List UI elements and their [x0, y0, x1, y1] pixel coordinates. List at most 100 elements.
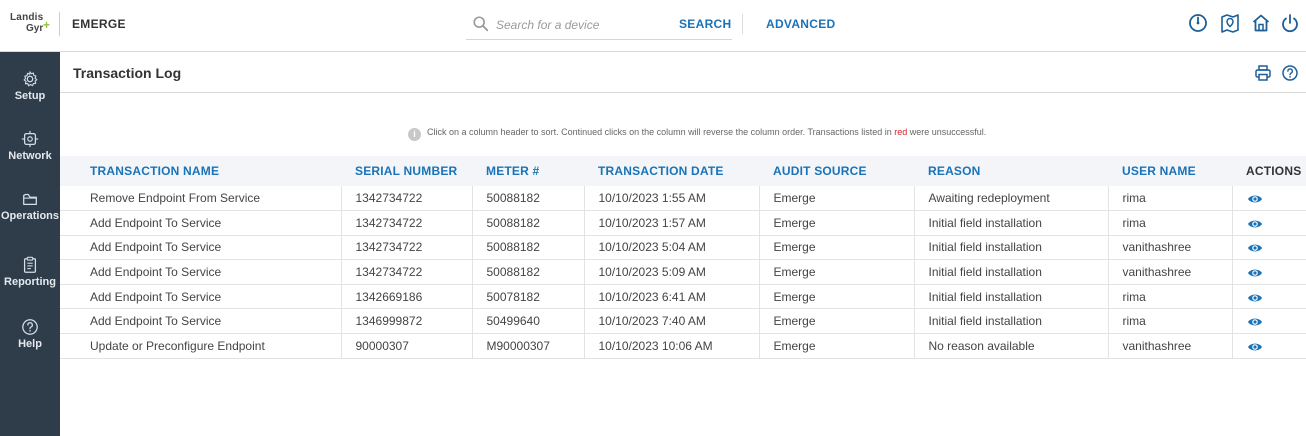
cell-serial-number: 1342734722: [340, 210, 472, 236]
view-eye-icon[interactable]: [1247, 316, 1263, 328]
cell-transaction-date: 10/10/2023 7:40 AM: [583, 308, 759, 334]
search-icon: [473, 16, 489, 32]
help-icon: [22, 319, 38, 335]
cell-transaction-date: 10/10/2023 1:55 AM: [583, 186, 759, 211]
view-eye-icon[interactable]: [1247, 341, 1263, 353]
cell-transaction-name: Add Endpoint To Service: [90, 215, 222, 230]
cell-transaction-date: 10/10/2023 1:57 AM: [583, 210, 759, 236]
cell-user-name: rima: [1107, 284, 1232, 309]
search-button[interactable]: SEARCH: [679, 17, 731, 31]
column-header-audit-source[interactable]: AUDIT SOURCE: [759, 156, 914, 186]
cell-transaction-name: Add Endpoint To Service: [90, 265, 222, 280]
info-text: Click on a column header to sort. Contin…: [427, 127, 895, 137]
cell-user-name: rima: [1107, 308, 1232, 334]
cell-audit-source: Emerge: [758, 186, 914, 211]
cell-transaction-name: Add Endpoint To Service: [90, 289, 222, 304]
dashboard-gauge-icon[interactable]: [1187, 12, 1209, 34]
cell-meter-number: 50078182: [471, 284, 584, 309]
cell-audit-source: Emerge: [758, 235, 914, 260]
cell-serial-number: 1346999872: [340, 308, 472, 334]
search-input[interactable]: [496, 15, 666, 35]
main-content: Transaction Log i Click on a column heade…: [60, 52, 1306, 436]
cell-user-name: vanithashree: [1107, 259, 1232, 285]
logo-line2: Gyr: [26, 23, 44, 34]
column-header-transaction-name[interactable]: TRANSACTION NAME: [60, 156, 341, 186]
sidebar-item-reporting[interactable]: Reporting: [0, 244, 60, 300]
view-eye-icon[interactable]: [1247, 292, 1263, 304]
cell-transaction-name: Add Endpoint To Service: [90, 240, 222, 255]
table-row: Add Endpoint To Service 1342734722 5008818…: [60, 259, 1306, 285]
cell-transaction-date: 10/10/2023 5:09 AM: [583, 259, 759, 285]
cell-serial-number: 1342734722: [340, 259, 472, 285]
gear-icon: [23, 71, 38, 87]
cell-transaction-date: 10/10/2023 5:04 AM: [583, 235, 759, 260]
view-eye-icon[interactable]: [1247, 218, 1263, 230]
sidebar-item-label: Operations: [0, 210, 60, 222]
cell-actions: [1231, 259, 1306, 285]
header-divider: [59, 12, 60, 36]
cell-reason: No reason available: [913, 333, 1108, 359]
network-icon: [21, 130, 39, 148]
cell-actions: [1231, 235, 1306, 260]
view-eye-icon[interactable]: [1247, 242, 1263, 254]
search-separator: [742, 14, 743, 34]
table-row: Add Endpoint To Service 1342734722 5008818…: [60, 210, 1306, 236]
cell-serial-number: 1342734722: [340, 235, 472, 260]
cell-meter-number: 50088182: [471, 186, 584, 211]
info-red-word: red: [894, 127, 908, 137]
cell-actions: [1231, 284, 1306, 309]
column-header-meter[interactable]: METER #: [472, 156, 584, 186]
cell-transaction-date: 10/10/2023 10:06 AM: [583, 333, 759, 359]
cell-audit-source: Emerge: [758, 284, 914, 309]
info-icon: i: [408, 128, 421, 141]
cell-meter-number: 50088182: [471, 210, 584, 236]
cell-transaction-name: Add Endpoint To Service: [90, 314, 222, 329]
table-row: Add Endpoint To Service 1346999872 5049964…: [60, 308, 1306, 334]
column-header-actions: ACTIONS: [1246, 164, 1302, 178]
power-icon[interactable]: [1279, 12, 1301, 34]
sidebar-item-network[interactable]: Network: [0, 118, 60, 174]
help-circle-icon[interactable]: [1281, 64, 1299, 82]
print-icon[interactable]: [1254, 64, 1272, 82]
cell-user-name: rima: [1107, 210, 1232, 236]
cell-actions: [1231, 333, 1306, 359]
cell-reason: Initial field installation: [913, 284, 1108, 309]
cell-meter-number: M90000307: [471, 333, 584, 359]
table-row: Add Endpoint To Service 1342669186 5007818…: [60, 284, 1306, 309]
home-icon[interactable]: [1250, 12, 1272, 34]
column-header-serial-number[interactable]: SERIAL NUMBER: [341, 156, 472, 186]
sidebar-item-label: Network: [8, 150, 52, 162]
cell-reason: Initial field installation: [913, 235, 1108, 260]
view-eye-icon[interactable]: [1247, 267, 1263, 279]
sidebar-item-help[interactable]: Help: [0, 306, 60, 362]
cell-transaction-date: 10/10/2023 6:41 AM: [583, 284, 759, 309]
cell-audit-source: Emerge: [758, 333, 914, 359]
sidebar-item-setup[interactable]: Setup: [0, 58, 60, 114]
top-bar: Landis Gyr + EMERGE SEARCH ADVANCED: [0, 0, 1306, 52]
cell-reason: Initial field installation: [913, 308, 1108, 334]
map-pin-icon[interactable]: [1219, 12, 1241, 34]
cell-reason: Awaiting redeployment: [913, 186, 1108, 211]
app-name: EMERGE: [72, 17, 126, 31]
sidebar-item-label: Reporting: [4, 276, 56, 288]
table-row: Remove Endpoint From Service 1342734722 50…: [60, 186, 1306, 211]
cell-actions: [1231, 308, 1306, 334]
title-divider: [60, 92, 1306, 93]
column-header-transaction-date[interactable]: TRANSACTION DATE: [584, 156, 759, 186]
landis-gyr-logo[interactable]: Landis Gyr +: [8, 10, 52, 40]
advanced-search-button[interactable]: ADVANCED: [766, 17, 836, 31]
cell-user-name: vanithashree: [1107, 235, 1232, 260]
view-eye-icon[interactable]: [1247, 193, 1263, 205]
sidebar-item-operations[interactable]: Operations: [0, 178, 60, 234]
sidebar: Setup Network Operations Reporting Help: [0, 52, 60, 436]
page-title: Transaction Log: [73, 65, 182, 81]
cell-reason: Initial field installation: [913, 259, 1108, 285]
logo-plus: +: [43, 18, 51, 32]
cell-meter-number: 50088182: [471, 235, 584, 260]
column-header-reason[interactable]: REASON: [914, 156, 1108, 186]
cell-actions: [1231, 186, 1306, 211]
cell-meter-number: 50499640: [471, 308, 584, 334]
cell-audit-source: Emerge: [758, 259, 914, 285]
cell-audit-source: Emerge: [758, 210, 914, 236]
column-header-user-name[interactable]: USER NAME: [1108, 156, 1232, 186]
